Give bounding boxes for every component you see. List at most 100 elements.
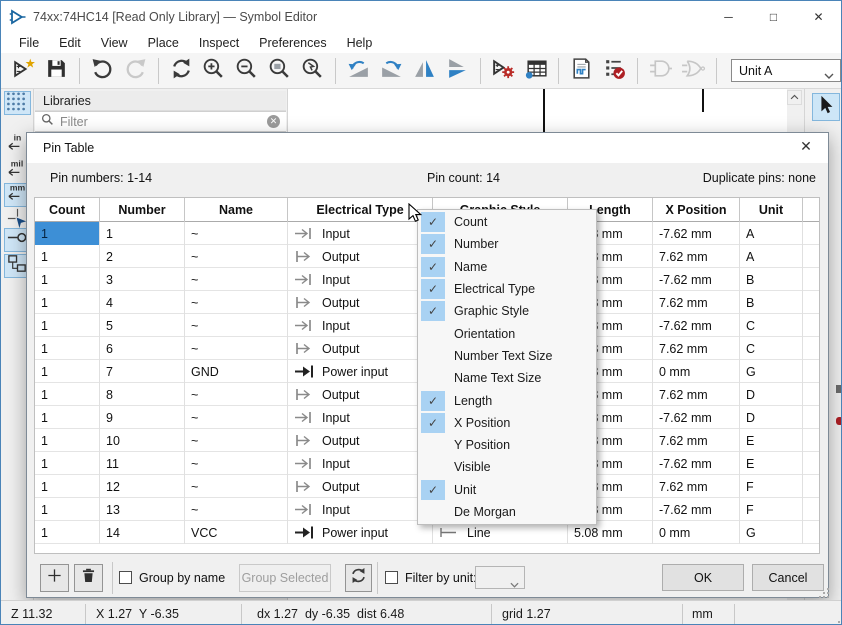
menu-item-electrical-type[interactable]: ✓Electrical Type — [418, 278, 596, 300]
cell-name[interactable]: ~ — [185, 452, 288, 475]
menu-item-name-text-size[interactable]: Name Text Size — [418, 367, 596, 389]
cell-count[interactable]: 1 — [35, 314, 100, 337]
column-header-unit[interactable]: Unit — [740, 198, 803, 222]
cell-unit[interactable]: B — [740, 268, 803, 291]
refresh-grouping-button[interactable] — [345, 564, 372, 592]
cell-unit[interactable]: C — [740, 337, 803, 360]
delete-pin-button[interactable] — [74, 564, 103, 592]
select-tool-button[interactable] — [812, 93, 840, 121]
menu-view[interactable]: View — [91, 34, 138, 52]
menu-item-graphic-style[interactable]: ✓Graphic Style — [418, 300, 596, 322]
cell-x-position[interactable]: 7.62 mm — [653, 383, 740, 406]
window-resize-grip[interactable] — [838, 621, 840, 623]
cell-number[interactable]: 1 — [100, 222, 185, 245]
cell-x-position[interactable]: -7.62 mm — [653, 222, 740, 245]
menu-item-de-morgan[interactable]: De Morgan — [418, 501, 596, 523]
menu-item-orientation[interactable]: Orientation — [418, 322, 596, 344]
cell-x-position[interactable]: 7.62 mm — [653, 475, 740, 498]
cell-name[interactable]: ~ — [185, 268, 288, 291]
menu-item-number[interactable]: ✓Number — [418, 233, 596, 255]
cell-electrical-type[interactable]: Output — [288, 429, 433, 452]
cell-electrical-type[interactable]: Input — [288, 268, 433, 291]
filter-by-unit-checkbox[interactable] — [385, 571, 398, 584]
column-header-number[interactable]: Number — [100, 198, 185, 222]
cell-electrical-type[interactable]: Power input — [288, 360, 433, 383]
cell-name[interactable]: GND — [185, 360, 288, 383]
cancel-button[interactable]: Cancel — [752, 564, 824, 591]
cell-count[interactable]: 1 — [35, 498, 100, 521]
grid-dots-button[interactable] — [4, 91, 31, 115]
cell-unit[interactable]: G — [740, 360, 803, 383]
cell-number[interactable]: 7 — [100, 360, 185, 383]
rotate-left-button[interactable] — [345, 57, 372, 85]
cell-electrical-type[interactable]: Output — [288, 337, 433, 360]
menu-place[interactable]: Place — [138, 34, 189, 52]
cell-name[interactable]: ~ — [185, 291, 288, 314]
cell-electrical-type[interactable]: Output — [288, 475, 433, 498]
cell-count[interactable]: 1 — [35, 452, 100, 475]
cell-x-position[interactable]: -7.62 mm — [653, 498, 740, 521]
scrollbar-up-button[interactable] — [787, 90, 802, 105]
minimize-button[interactable]: ─ — [706, 1, 751, 33]
cell-number[interactable]: 10 — [100, 429, 185, 452]
add-pin-button[interactable] — [40, 564, 69, 592]
cell-count[interactable]: 1 — [35, 268, 100, 291]
cell-name[interactable]: VCC — [185, 521, 288, 544]
clear-filter-icon[interactable]: ✕ — [267, 115, 280, 128]
cell-unit[interactable]: G — [740, 521, 803, 544]
menu-edit[interactable]: Edit — [49, 34, 91, 52]
maximize-button[interactable]: □ — [751, 1, 796, 33]
cell-number[interactable]: 14 — [100, 521, 185, 544]
datasheet-button[interactable] — [568, 57, 595, 85]
cell-number[interactable]: 3 — [100, 268, 185, 291]
cell-number[interactable]: 11 — [100, 452, 185, 475]
cell-name[interactable]: ~ — [185, 222, 288, 245]
cell-count[interactable]: 1 — [35, 222, 100, 245]
menu-item-count[interactable]: ✓Count — [418, 211, 596, 233]
refresh-view-button[interactable] — [168, 57, 195, 85]
group-selected-button[interactable]: Group Selected — [239, 564, 331, 592]
undo-button[interactable] — [89, 57, 116, 85]
menu-help[interactable]: Help — [337, 34, 383, 52]
cell-x-position[interactable]: 0 mm — [653, 521, 740, 544]
cell-electrical-type[interactable]: Input — [288, 406, 433, 429]
cell-count[interactable]: 1 — [35, 291, 100, 314]
menu-item-name[interactable]: ✓Name — [418, 256, 596, 278]
cell-name[interactable]: ~ — [185, 475, 288, 498]
mirror-horizontal-button[interactable] — [411, 57, 438, 85]
group-by-name-checkbox[interactable] — [119, 571, 132, 584]
cell-x-position[interactable]: 7.62 mm — [653, 291, 740, 314]
cell-number[interactable]: 12 — [100, 475, 185, 498]
column-header-name[interactable]: Name — [185, 198, 288, 222]
menu-item-y-position[interactable]: Y Position — [418, 434, 596, 456]
cell-name[interactable]: ~ — [185, 429, 288, 452]
unit-filter-dropdown[interactable] — [475, 566, 525, 589]
cell-electrical-type[interactable]: Output — [288, 383, 433, 406]
cell-unit[interactable]: E — [740, 429, 803, 452]
zoom-out-button[interactable] — [233, 57, 260, 85]
cell-electrical-type[interactable]: Output — [288, 245, 433, 268]
cell-number[interactable]: 8 — [100, 383, 185, 406]
column-header-count[interactable]: Count — [35, 198, 100, 222]
library-filter-box[interactable]: Filter ✕ — [35, 111, 286, 132]
cell-name[interactable]: ~ — [185, 498, 288, 521]
cell-unit[interactable]: E — [740, 452, 803, 475]
cell-electrical-type[interactable]: Power input — [288, 521, 433, 544]
menu-preferences[interactable]: Preferences — [249, 34, 336, 52]
menu-item-number-text-size[interactable]: Number Text Size — [418, 345, 596, 367]
cell-x-position[interactable]: 7.62 mm — [653, 245, 740, 268]
cell-electrical-type[interactable]: Input — [288, 314, 433, 337]
new-symbol-button[interactable] — [10, 57, 37, 85]
close-button[interactable]: ✕ — [796, 1, 841, 33]
cell-x-position[interactable]: 7.62 mm — [653, 429, 740, 452]
menu-inspect[interactable]: Inspect — [189, 34, 249, 52]
cell-unit[interactable]: D — [740, 383, 803, 406]
cell-count[interactable]: 1 — [35, 406, 100, 429]
cell-x-position[interactable]: 0 mm — [653, 360, 740, 383]
cell-x-position[interactable]: -7.62 mm — [653, 452, 740, 475]
cell-unit[interactable]: F — [740, 475, 803, 498]
menu-item-unit[interactable]: ✓Unit — [418, 479, 596, 501]
cell-unit[interactable]: F — [740, 498, 803, 521]
menu-item-length[interactable]: ✓Length — [418, 389, 596, 411]
cell-x-position[interactable]: -7.62 mm — [653, 268, 740, 291]
